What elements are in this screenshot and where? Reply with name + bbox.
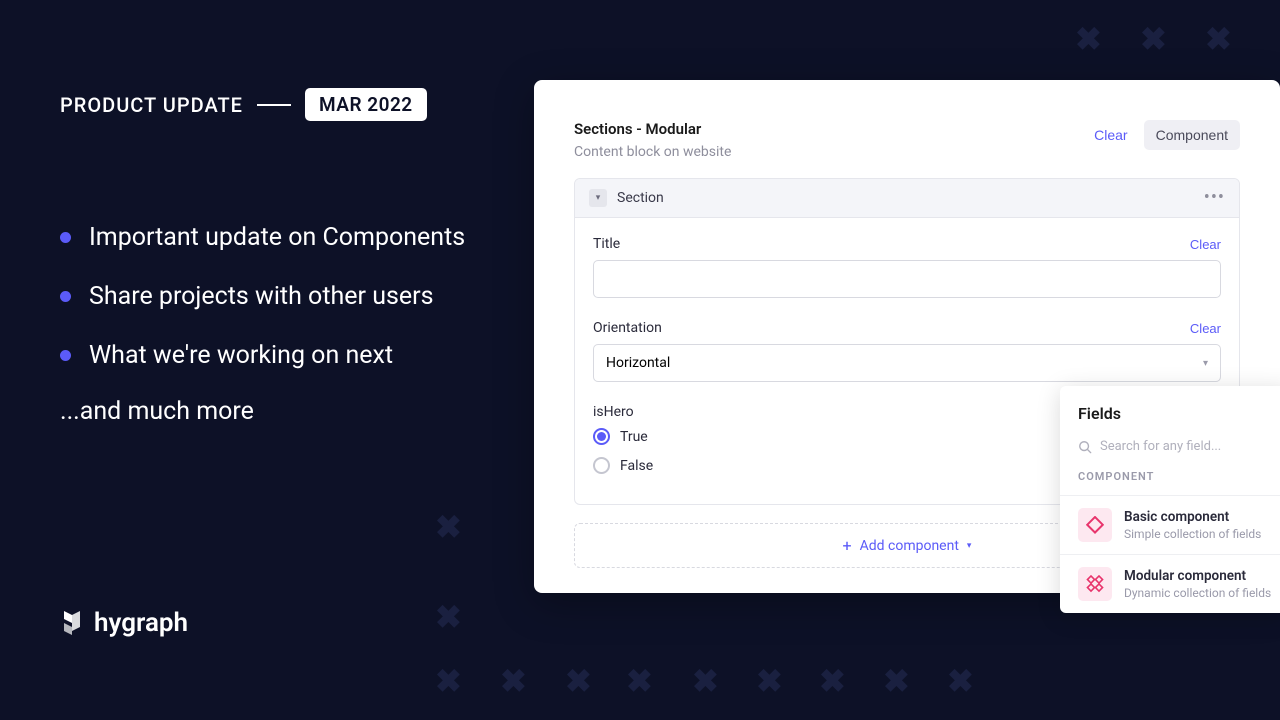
panel-title: Sections - Modular — [574, 120, 731, 138]
more-menu-button[interactable]: ••• — [1204, 189, 1225, 207]
radio-label: True — [620, 429, 648, 445]
panel-subtitle: Content block on website — [574, 144, 731, 160]
decoration-x: ✖ — [626, 662, 653, 700]
decoration-x: ✖ — [1205, 20, 1232, 58]
bullet-list: Important update on Components Share pro… — [60, 220, 490, 426]
decoration-x: ✖ — [435, 508, 462, 546]
bullet-text: Important update on Components — [89, 220, 465, 255]
decoration-x: ✖ — [947, 662, 974, 700]
orientation-label: Orientation — [593, 320, 662, 336]
bullet-item: What we're working on next — [60, 338, 490, 373]
search-placeholder: Search for any field... — [1100, 439, 1221, 454]
chevron-down-icon: ▾ — [1203, 358, 1208, 369]
more-text: ...and much more — [60, 397, 490, 426]
bullet-text: What we're working on next — [89, 338, 393, 373]
plus-icon: + — [843, 536, 852, 555]
radio-label: False — [620, 458, 653, 474]
orientation-select[interactable]: Horizontal ▾ — [593, 344, 1221, 382]
chevron-down-icon: ▾ — [596, 193, 601, 203]
search-icon — [1078, 440, 1092, 454]
decoration-x: ✖ — [435, 598, 462, 636]
decoration-x: ✖ — [819, 662, 846, 700]
orientation-value: Horizontal — [606, 355, 670, 371]
bullet-text: Share projects with other users — [89, 279, 434, 314]
collapse-toggle[interactable]: ▾ — [589, 189, 607, 207]
field-item-basic-component[interactable]: Basic component Simple collection of fie… — [1060, 495, 1280, 554]
bullet-dot-icon — [60, 291, 71, 302]
header-label: PRODUCT UPDATE — [60, 93, 243, 117]
fields-title: Fields — [1060, 404, 1280, 439]
bullet-dot-icon — [60, 232, 71, 243]
panel-header: Sections - Modular Content block on webs… — [574, 120, 1240, 160]
fields-search-input[interactable]: Search for any field... — [1078, 439, 1280, 454]
decoration-x: ✖ — [500, 662, 527, 700]
header-badge: MAR 2022 — [305, 88, 427, 121]
decoration-x: ✖ — [1140, 20, 1167, 58]
field-title: Title Clear — [593, 236, 1221, 298]
radio-unselected-icon — [593, 457, 610, 474]
decoration-x: ✖ — [692, 662, 719, 700]
field-item-modular-component[interactable]: Modular component Dynamic collection of … — [1060, 554, 1280, 613]
field-item-title: Modular component — [1124, 568, 1271, 584]
add-component-label: Add component — [860, 538, 959, 554]
fields-section-heading: COMPONENT — [1060, 470, 1280, 495]
decoration-x: ✖ — [435, 662, 462, 700]
more-horizontal-icon: ••• — [1204, 187, 1225, 208]
orientation-clear-button[interactable]: Clear — [1190, 321, 1221, 336]
field-orientation: Orientation Clear Horizontal ▾ — [593, 320, 1221, 382]
title-label: Title — [593, 236, 620, 252]
title-input[interactable] — [593, 260, 1221, 298]
brand-name: hygraph — [94, 608, 188, 638]
brand-logo: hygraph — [60, 608, 188, 638]
section-label: Section — [617, 190, 664, 206]
decoration-x: ✖ — [565, 662, 592, 700]
hygraph-logo-icon — [60, 609, 84, 637]
component-button[interactable]: Component — [1144, 120, 1240, 150]
bullet-item: Share projects with other users — [60, 279, 490, 314]
clear-button[interactable]: Clear — [1086, 121, 1135, 149]
decoration-x: ✖ — [756, 662, 783, 700]
modular-component-icon — [1078, 567, 1112, 601]
decoration-x: ✖ — [1075, 20, 1102, 58]
field-item-subtitle: Dynamic collection of fields — [1124, 586, 1271, 600]
fields-sidebar: Fields Search for any field... COMPONENT… — [1060, 386, 1280, 613]
bullet-dot-icon — [60, 350, 71, 361]
chevron-down-icon: ▾ — [967, 541, 972, 551]
decoration-x: ✖ — [883, 662, 910, 700]
radio-selected-icon — [593, 428, 610, 445]
basic-component-icon — [1078, 508, 1112, 542]
title-clear-button[interactable]: Clear — [1190, 237, 1221, 252]
field-item-subtitle: Simple collection of fields — [1124, 527, 1261, 541]
field-item-title: Basic component — [1124, 509, 1261, 525]
bullet-item: Important update on Components — [60, 220, 490, 255]
page-header: PRODUCT UPDATE MAR 2022 — [60, 88, 427, 121]
section-card-header: ▾ Section ••• — [575, 179, 1239, 218]
header-divider — [257, 104, 291, 106]
